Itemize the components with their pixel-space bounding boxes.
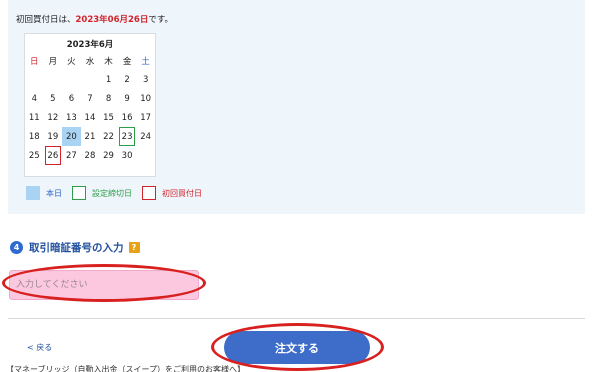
weekday-label: 木 xyxy=(104,57,113,67)
legend-first-buy: 初回買付日 xyxy=(142,186,202,200)
first-buy-swatch xyxy=(142,186,156,200)
calendar-day: 27 xyxy=(65,150,77,161)
calendar-day xyxy=(81,70,100,89)
calendar-day: 3 xyxy=(142,74,149,85)
calendar-week-row: 25 26 27 28 29 30 xyxy=(25,146,155,165)
calendar-day: 30 xyxy=(121,150,133,161)
weekday-label: 日 xyxy=(30,57,39,67)
calendar-day: 16 xyxy=(121,112,133,123)
calendar-day: 21 xyxy=(84,131,96,142)
first-purchase-suffix: です。 xyxy=(148,15,173,25)
calendar-day: 29 xyxy=(103,150,114,161)
legend-today-label: 本日 xyxy=(46,188,62,198)
step-number-badge: 4 xyxy=(10,241,23,254)
calendar-day xyxy=(25,70,44,89)
calendar-legend: 本日 設定締切日 初回買付日 xyxy=(26,185,212,201)
legend-deadline: 設定締切日 xyxy=(72,186,132,200)
highlight-ring-pin xyxy=(2,264,206,302)
legend-first-buy-label: 初回買付日 xyxy=(162,188,202,198)
calendar-day: 15 xyxy=(103,112,114,123)
calendar: 2023年6月 日 月 火 水 木 金 土 1 2 3 4 5 6 7 8 9 … xyxy=(24,33,156,177)
calendar-day: 2 xyxy=(124,74,130,85)
calendar-day-deadline: 23 xyxy=(118,127,137,146)
first-purchase-date: 2023年06月26日 xyxy=(75,15,149,25)
calendar-day-today: 20 xyxy=(62,127,81,146)
divider xyxy=(8,318,585,319)
calendar-day: 1 xyxy=(105,74,112,85)
calendar-day: 18 xyxy=(28,131,40,142)
section-title: 取引暗証番号の入力 xyxy=(29,242,124,254)
legend-deadline-label: 設定締切日 xyxy=(92,188,132,198)
first-purchase-prefix: 初回買付日は、 xyxy=(16,15,76,25)
calendar-day xyxy=(62,70,81,89)
calendar-day: 25 xyxy=(28,150,40,161)
calendar-day: 7 xyxy=(87,93,93,104)
pin-section-heading: 4 取引暗証番号の入力 ? xyxy=(10,240,140,255)
calendar-day: 13 xyxy=(65,112,77,123)
calendar-day: 5 xyxy=(50,93,56,104)
calendar-day: 11 xyxy=(28,112,40,123)
calendar-day: 14 xyxy=(84,112,96,123)
weekday-label: 火 xyxy=(67,57,76,67)
calendar-day: 19 xyxy=(47,131,59,142)
calendar-day-first-buy: 26 xyxy=(44,146,63,165)
calendar-day xyxy=(44,70,63,89)
calendar-day: 9 xyxy=(124,93,130,104)
calendar-day: 8 xyxy=(105,93,112,104)
help-icon[interactable]: ? xyxy=(128,242,140,253)
calendar-week-row: 4 5 6 7 8 9 10 xyxy=(25,89,155,108)
calendar-grid: 日 月 火 水 木 金 土 1 2 3 4 5 6 7 8 9 10 11 12… xyxy=(25,52,155,165)
calendar-weekday-row: 日 月 火 水 木 金 土 xyxy=(25,52,155,70)
calendar-day: 6 xyxy=(68,93,75,104)
back-link[interactable]: < 戻る xyxy=(27,342,52,353)
weekday-label: 月 xyxy=(48,57,58,67)
weekday-label: 水 xyxy=(85,57,95,67)
footer-note: 【マネーブリッジ（自動入出金（スイープ）をご利用のお客様へ】 xyxy=(6,365,246,372)
calendar-day: 10 xyxy=(140,93,152,104)
calendar-day: 28 xyxy=(84,150,96,161)
weekday-label: 土 xyxy=(141,57,150,67)
calendar-day: 22 xyxy=(103,131,114,142)
schedule-info-panel: 初回買付日は、2023年06月26日です。 2023年6月 日 月 火 水 木 … xyxy=(8,0,585,214)
calendar-title: 2023年6月 xyxy=(66,40,114,50)
today-swatch xyxy=(26,186,40,200)
legend-today: 本日 xyxy=(26,186,62,200)
calendar-week-row: 1 2 3 xyxy=(25,70,155,89)
calendar-week-row: 18 19 20 21 22 23 24 xyxy=(25,127,155,146)
calendar-day xyxy=(136,146,155,165)
calendar-day: 17 xyxy=(140,112,152,123)
calendar-day: 4 xyxy=(31,93,37,104)
calendar-week-row: 11 12 13 14 15 16 17 xyxy=(25,108,155,127)
calendar-day: 12 xyxy=(47,112,59,123)
calendar-day: 24 xyxy=(140,131,152,142)
weekday-label: 金 xyxy=(122,57,132,67)
first-purchase-date-text: 初回買付日は、2023年06月26日です。 xyxy=(16,13,173,25)
deadline-swatch xyxy=(72,186,86,200)
